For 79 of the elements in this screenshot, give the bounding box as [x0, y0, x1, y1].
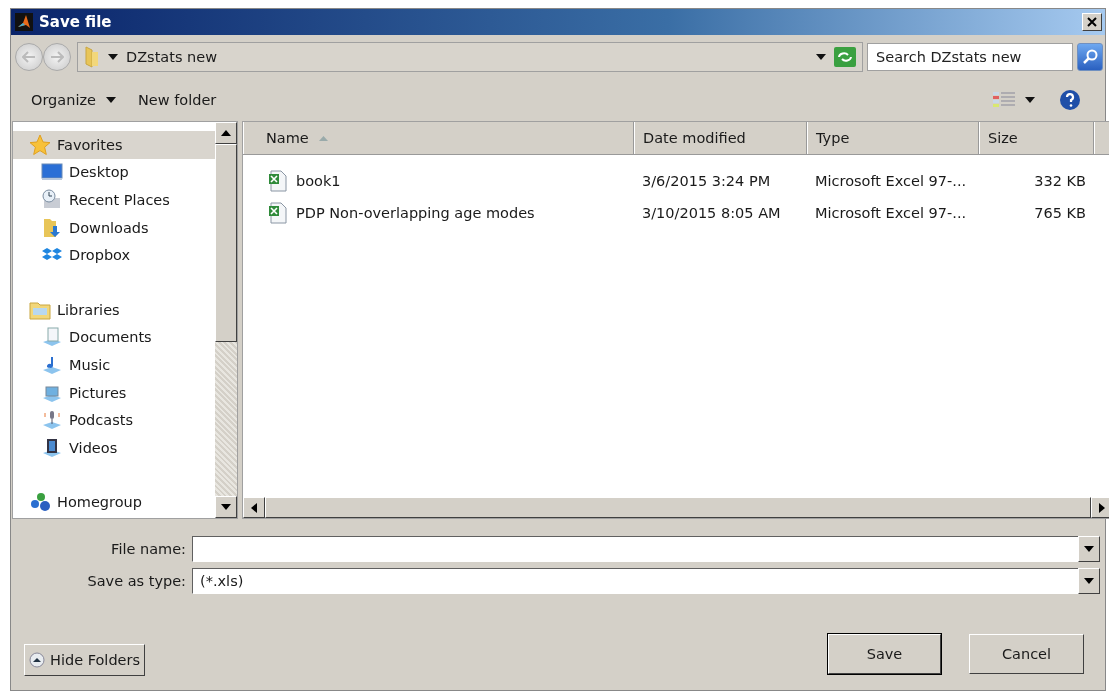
- close-button[interactable]: [1082, 13, 1102, 31]
- documents-icon: [41, 326, 63, 349]
- folder-icon: [84, 46, 100, 68]
- size-cell-text: 332 KB: [1033, 173, 1087, 189]
- view-caret-icon: [1025, 97, 1035, 103]
- breadcrumb-caret-icon: [108, 54, 118, 60]
- column-header[interactable]: Name: [243, 122, 634, 154]
- file-name: PDP Non-overlapping age modes: [296, 205, 535, 221]
- downloads-icon: [41, 216, 63, 239]
- nav-item[interactable]: Favorites: [13, 131, 215, 159]
- videos-icon: [41, 436, 63, 459]
- save-as-type-field[interactable]: (*.xls): [192, 568, 1078, 594]
- nav-item[interactable]: Desktop: [13, 158, 215, 187]
- save-as-type-label: Save as type:: [86, 573, 187, 589]
- spreadsheet-file-icon: [268, 170, 288, 192]
- file-row[interactable]: book1 3/6/2015 3:24 PM Microsoft Excel 97-... 332 KB: [243, 165, 1109, 197]
- search-button[interactable]: [1077, 43, 1103, 71]
- nav-item[interactable]: Dropbox: [13, 241, 215, 269]
- sort-ascending-icon: [318, 135, 328, 141]
- folder-path[interactable]: DZstats new: [126, 49, 808, 65]
- nav-item[interactable]: Music: [13, 351, 215, 379]
- scroll-down-button[interactable]: [215, 496, 237, 518]
- down-arrow-icon: [221, 504, 231, 510]
- column-header[interactable]: Date modified: [634, 122, 807, 154]
- forward-arrow-icon: [50, 51, 64, 63]
- dropdown-arrow-icon: [1084, 578, 1094, 584]
- nav-item[interactable]: Downloads: [13, 213, 215, 242]
- history-caret-icon: [816, 54, 826, 60]
- scrollbar-thumb[interactable]: [215, 144, 237, 342]
- window-title: Save file: [39, 13, 113, 31]
- column-header[interactable]: Type: [807, 122, 979, 154]
- view-options-icon[interactable]: [993, 91, 1015, 109]
- nav-item[interactable]: Podcasts: [13, 406, 215, 434]
- help-icon[interactable]: [1059, 89, 1081, 111]
- date-cell-text: 3/10/2015 8:05 AM: [641, 205, 782, 221]
- dropdown-button[interactable]: [1078, 536, 1100, 562]
- up-arrow-icon: [221, 130, 231, 136]
- type-cell-text: Microsoft Excel 97-...: [814, 173, 968, 189]
- nav-item[interactable]: Libraries: [13, 295, 215, 324]
- scroll-left-button[interactable]: [243, 497, 265, 518]
- back-arrow-icon: [22, 51, 36, 63]
- nav-item[interactable]: Videos: [13, 433, 215, 462]
- column-header[interactable]: Size: [979, 122, 1094, 154]
- date-cell-text: 3/6/2015 3:24 PM: [641, 173, 772, 189]
- app-logo-icon: [15, 13, 33, 31]
- file-name-label: File name:: [110, 541, 187, 557]
- star-icon: [29, 133, 51, 156]
- save-button[interactable]: Save: [828, 634, 941, 674]
- podcasts-icon: [41, 409, 63, 432]
- search-icon: [1082, 49, 1098, 65]
- dropdown-button[interactable]: [1078, 568, 1100, 594]
- close-icon: [1087, 17, 1097, 27]
- new-folder-button[interactable]: New folder: [131, 88, 223, 112]
- organize-menu[interactable]: Organize: [25, 88, 122, 112]
- search-field[interactable]: Search DZstats new: [867, 43, 1073, 71]
- file-row[interactable]: PDP Non-overlapping age modes 3/10/2015 8:05 AM Microsoft Excel 97-... 765 KB: [243, 197, 1109, 229]
- nav-item[interactable]: Recent Places: [13, 186, 215, 214]
- homegroup-icon: [29, 491, 51, 514]
- refresh-icon[interactable]: [834, 47, 856, 67]
- address-bar[interactable]: DZstats new: [77, 42, 863, 72]
- scrollbar-thumb[interactable]: [265, 497, 1091, 518]
- size-cell-text: 765 KB: [1033, 205, 1087, 221]
- collapse-icon: [29, 652, 45, 668]
- caret-icon: [105, 97, 116, 103]
- right-arrow-icon: [1099, 502, 1105, 513]
- scroll-up-button[interactable]: [215, 122, 237, 144]
- spreadsheet-file-icon: [268, 202, 288, 224]
- nav-item[interactable]: Homegroup: [13, 488, 215, 517]
- left-arrow-icon: [251, 502, 257, 513]
- nav-item[interactable]: Pictures: [13, 378, 215, 407]
- scroll-right-button[interactable]: [1091, 497, 1109, 518]
- cancel-button[interactable]: Cancel: [969, 634, 1084, 674]
- hide-folders-button[interactable]: Hide Folders: [24, 644, 146, 676]
- file-name: book1: [296, 173, 341, 189]
- type-cell-text: Microsoft Excel 97-...: [814, 205, 968, 221]
- recent-icon: [41, 189, 63, 211]
- nav-item[interactable]: Documents: [13, 323, 215, 352]
- file-name-field[interactable]: [192, 536, 1078, 562]
- dropdown-arrow-icon: [1084, 546, 1094, 552]
